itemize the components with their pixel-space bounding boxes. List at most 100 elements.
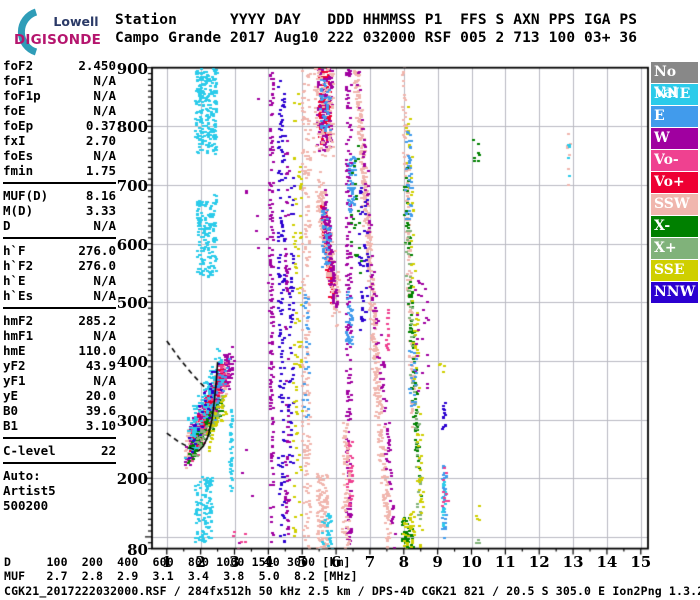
param-row: hmE 110.0 xyxy=(3,343,116,358)
param-row: yE 20.0 xyxy=(3,388,116,403)
param-value: 110.0 xyxy=(78,343,116,358)
param-row: M(D) 3.33 xyxy=(3,203,116,218)
param-label: yF2 xyxy=(3,358,26,373)
legend-item: X- xyxy=(651,216,698,237)
param-label: hmE xyxy=(3,343,26,358)
param-label: C-level xyxy=(3,443,56,458)
param-label: B1 xyxy=(3,418,19,433)
param-label: hmF2 xyxy=(3,313,34,328)
param-value: 3.33 xyxy=(85,203,116,218)
param-row: foE N/A xyxy=(3,103,116,118)
param-row: fmin 1.75 xyxy=(3,163,116,178)
param-label: fmin xyxy=(3,163,34,178)
legend-item: X+ xyxy=(651,238,698,259)
param-value: N/A xyxy=(93,373,116,388)
param-value: 43.9 xyxy=(85,358,116,373)
param-value: N/A xyxy=(93,328,116,343)
x-tick-label: 14 xyxy=(596,553,618,571)
status-legend: No ValNNEEWVo-Vo+SSWX-X+SSENNW xyxy=(651,62,698,304)
param-value: 2.70 xyxy=(85,133,116,148)
param-value: 2.450 xyxy=(78,58,116,73)
param-row: foF1 N/A xyxy=(3,73,116,88)
param-value: 3.10 xyxy=(85,418,116,433)
panel-divider xyxy=(3,182,116,184)
param-value: N/A xyxy=(93,273,116,288)
status-line: CGK21_2017222032000.RSF / 284fx512h 50 k… xyxy=(4,584,700,598)
param-value: 0.37 xyxy=(85,118,116,133)
ionogram-screen: Lowell DIGISONDE Station YYYY DAY DDD HH… xyxy=(0,0,700,600)
param-value: 276.0 xyxy=(78,243,116,258)
param-label: yE xyxy=(3,388,19,403)
param-value: N/A xyxy=(93,88,116,103)
x-tick-label: 7 xyxy=(364,553,376,571)
legend-item: NNW xyxy=(651,282,698,303)
param-row: hmF2 285.2 xyxy=(3,313,116,328)
param-row: foF2 2.450 xyxy=(3,58,116,73)
param-label: yF1 xyxy=(3,373,26,388)
param-row: C-level 22 xyxy=(3,443,116,458)
param-row: foF1p N/A xyxy=(3,88,116,103)
y-tick-label: 300 xyxy=(116,411,148,430)
param-value: 20.0 xyxy=(85,388,116,403)
legend-item: SSE xyxy=(651,260,698,281)
param-label: foEp xyxy=(3,118,34,133)
param-label: M(D) xyxy=(3,203,34,218)
param-label: B0 xyxy=(3,403,19,418)
x-tick-label: 10 xyxy=(461,553,482,571)
param-value: 39.6 xyxy=(85,403,116,418)
legend-item: Vo- xyxy=(651,150,698,171)
param-label: foEs xyxy=(3,148,34,163)
param-value: N/A xyxy=(93,103,116,118)
param-row: h`F2 276.0 xyxy=(3,258,116,273)
logo-digisonde-text: DIGISONDE xyxy=(14,32,102,48)
param-value: N/A xyxy=(93,148,116,163)
legend-item: Vo+ xyxy=(651,172,698,193)
param-label: foF2 xyxy=(3,58,34,73)
legend-item: No Val xyxy=(651,62,698,101)
y-tick-label: 800 xyxy=(116,118,148,137)
legend-item: SSW xyxy=(651,194,698,215)
param-label: MUF(D) xyxy=(3,188,49,203)
param-label: h`E xyxy=(3,273,26,288)
y-tick-label: 500 xyxy=(116,294,148,313)
header-field-names-row: Station YYYY DAY DDD HHMMSS P1 FFS S AXN… xyxy=(115,12,638,28)
param-value: 276.0 xyxy=(78,258,116,273)
param-row: foEp 0.37 xyxy=(3,118,116,133)
param-label: D xyxy=(3,218,11,233)
param-value: 22 xyxy=(100,443,116,458)
param-row: h`Es N/A xyxy=(3,288,116,303)
param-value: N/A xyxy=(93,218,116,233)
x-tick-label: 8 xyxy=(398,553,410,571)
param-row: MUF(D) 8.16 xyxy=(3,188,116,203)
param-label: foF1 xyxy=(3,73,34,88)
y-tick-label: 600 xyxy=(116,235,148,254)
x-tick-label: 9 xyxy=(432,553,443,571)
legend-item: E xyxy=(651,106,698,127)
param-row: yF2 43.9 xyxy=(3,358,116,373)
param-row: h`E N/A xyxy=(3,273,116,288)
param-value: N/A xyxy=(93,73,116,88)
param-value: 1.75 xyxy=(85,163,116,178)
muf-row: MUF 2.7 2.8 2.9 3.1 3.4 3.8 5.0 8.2 [MHz… xyxy=(4,569,358,583)
param-row: yF1 N/A xyxy=(3,373,116,388)
param-row: fxI 2.70 xyxy=(3,133,116,148)
panel-footer-line: Auto: xyxy=(3,468,41,483)
x-tick-label: 15 xyxy=(630,553,652,571)
param-label: fxI xyxy=(3,133,26,148)
y-tick-label: 200 xyxy=(116,470,148,489)
param-label: foF1p xyxy=(3,88,41,103)
panel-footer-line: Artist5 xyxy=(3,483,56,498)
param-row: foEs N/A xyxy=(3,148,116,163)
param-panel: foF2 2.450 foF1 N/A foF1p N/A foE N/A foEp 0.37 fx… xyxy=(3,58,116,513)
param-label: hmF1 xyxy=(3,328,34,343)
header-field-values-row: Campo Grande 2017 Aug10 222 032000 RSF 0… xyxy=(115,30,638,46)
param-label: h`Es xyxy=(3,288,34,303)
y-tick-label: 400 xyxy=(116,352,148,371)
logo-lowell-text: Lowell xyxy=(53,14,99,29)
param-row: hmF1 N/A xyxy=(3,328,116,343)
y-tick-label: 700 xyxy=(116,176,148,195)
panel-divider xyxy=(3,237,116,239)
param-value: N/A xyxy=(93,288,116,303)
param-row: h`F 276.0 xyxy=(3,243,116,258)
digisonde-logo: Lowell DIGISONDE xyxy=(6,8,116,56)
